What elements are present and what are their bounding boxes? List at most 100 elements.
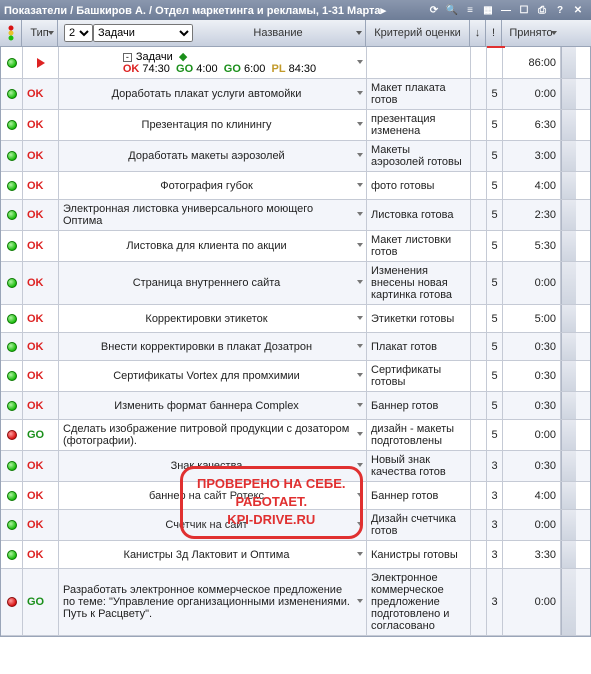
chevron-down-icon[interactable] [357,552,363,556]
minimize-icon[interactable]: — [499,3,513,17]
chevron-down-icon[interactable] [357,280,363,284]
scroll-cell[interactable] [561,392,576,419]
header-sort[interactable]: ↓ [470,20,486,46]
table-row[interactable]: OKДоработать макеты аэрозолейМакеты аэро… [1,141,590,172]
accepted-cell: 0:30 [503,333,561,360]
name-cell[interactable]: Доработать плакат услуги автомойки [59,79,367,109]
print-icon[interactable]: ⎙ [535,3,549,17]
table-row[interactable]: OKКанистры 3д Лактовит и ОптимаКанистры … [1,541,590,569]
table-row[interactable]: OKИзменить формат баннера ComplexБаннер … [1,392,590,420]
scroll-cell[interactable] [561,451,576,481]
close-icon[interactable]: ✕ [571,3,585,17]
chevron-down-icon[interactable] [357,463,363,467]
scroll-cell[interactable] [561,262,576,304]
name-cell[interactable]: Электронная листовка универсального моющ… [59,200,367,230]
table-row[interactable]: OKбаннер на сайт РотексБаннер готов34:00 [1,482,590,510]
help-icon[interactable]: ? [553,3,567,17]
scroll-cell[interactable] [561,200,576,230]
header-criterion[interactable]: Критерий оценки [366,20,470,46]
criterion-cell: Баннер готов [367,482,471,509]
chevron-down-icon[interactable] [357,212,363,216]
scroll-cell[interactable] [561,333,576,360]
scroll-cell[interactable] [561,510,576,540]
chevron-down-icon[interactable] [357,432,363,436]
table-row[interactable]: GOРазработать электронное коммерческое п… [1,569,590,636]
table-row[interactable]: OKЗнак качестваНовый знак качества готов… [1,451,590,482]
search-icon[interactable]: 🔍 [445,3,459,17]
chevron-down-icon[interactable] [357,373,363,377]
table-row[interactable]: OKЭлектронная листовка универсального мо… [1,200,590,231]
name-cell[interactable]: Корректировки этикеток [59,305,367,332]
scroll-cell[interactable] [561,110,576,140]
task-select[interactable]: Задачи [93,24,193,42]
grid-icon[interactable]: ▦ [481,3,495,17]
name-cell[interactable]: Канистры 3д Лактовит и Оптима [59,541,367,568]
chevron-down-icon[interactable] [357,153,363,157]
level-select[interactable]: 2 [64,24,93,42]
scroll-cell[interactable] [561,231,576,261]
chevron-down-icon[interactable] [357,60,363,64]
scroll-cell[interactable] [561,305,576,332]
table-row[interactable]: OKКорректировки этикетокЭтикетки готовы5… [1,305,590,333]
chevron-down-icon[interactable] [357,91,363,95]
name-cell[interactable]: Изменить формат баннера Complex [59,392,367,419]
table-row[interactable]: OKЛистовка для клиента по акцииМакет лис… [1,231,590,262]
chevron-down-icon[interactable] [357,243,363,247]
scroll-cell[interactable] [561,141,576,171]
table-row[interactable]: OKВнести корректировки в плакат Дозатрон… [1,333,590,361]
sort-cell [471,47,487,78]
table-row[interactable]: OKДоработать плакат услуги автомойкиМаке… [1,79,590,110]
scroll-cell[interactable] [561,79,576,109]
name-cell[interactable]: Листовка для клиента по акции [59,231,367,261]
header-accepted[interactable]: Принято [502,20,560,46]
scroll-cell[interactable] [561,361,576,391]
table-row[interactable]: OKСертификаты Vortex для промхимииСертиф… [1,361,590,392]
chevron-down-icon[interactable] [357,122,363,126]
header-type[interactable]: Тип [22,20,58,46]
type-label: OK [27,400,44,412]
chevron-down-icon[interactable] [357,183,363,187]
header-priority[interactable]: ! [486,20,502,46]
name-cell[interactable]: Сделать изображение питровой продукции с… [59,420,367,450]
name-cell[interactable]: Фотография губок [59,172,367,199]
tree-icon[interactable]: ≡ [463,3,477,17]
chevron-down-icon[interactable] [357,522,363,526]
name-cell[interactable]: Разработать электронное коммерческое пре… [59,569,367,635]
criterion-cell: Новый знак качества готов [367,451,471,481]
name-cell[interactable]: Доработать макеты аэрозолей [59,141,367,171]
table-row[interactable]: OKСтраница внутреннего сайтаИзменения вн… [1,262,590,305]
accepted-cell: 0:30 [503,451,561,481]
play-icon [37,58,45,68]
header-name[interactable]: 2 Задачи Название [58,20,366,46]
name-cell[interactable]: Знак качества [59,451,367,481]
scroll-cell[interactable] [561,172,576,199]
table-row[interactable]: OKСчетчик на сайтДизайн счетчика готов30… [1,510,590,541]
type-cell: GO [23,420,59,450]
scroll-cell[interactable] [561,541,576,568]
table-row[interactable]: GOСделать изображение питровой продукции… [1,420,590,451]
scroll-cell[interactable] [561,482,576,509]
window-icon[interactable]: ☐ [517,3,531,17]
name-cell[interactable]: баннер на сайт Ротекс [59,482,367,509]
name-cell[interactable]: Сертификаты Vortex для промхимии [59,361,367,391]
scroll-cell[interactable] [561,47,576,78]
header-status[interactable] [0,20,22,46]
task-name: Изменить формат баннера Complex [114,400,311,412]
scroll-cell[interactable] [561,420,576,450]
name-cell[interactable]: Счетчик на сайт [59,510,367,540]
priority-cell: 5 [487,333,503,360]
table-row[interactable]: OKФотография губокфото готовы54:00 [1,172,590,200]
chevron-down-icon[interactable] [357,316,363,320]
summary-name[interactable]: -Задачи ◆OK 74:30 GO 4:00 GO 6:00 PL 84:… [59,47,367,78]
name-cell[interactable]: Страница внутреннего сайта [59,262,367,304]
chevron-down-icon[interactable] [357,403,363,407]
name-cell[interactable]: Презентация по клинингу [59,110,367,140]
chevron-down-icon[interactable] [357,344,363,348]
table-row[interactable]: OKПрезентация по клинингупрезентация изм… [1,110,590,141]
refresh-icon[interactable]: ⟳ [427,3,441,17]
name-cell[interactable]: Внести корректировки в плакат Дозатрон [59,333,367,360]
chevron-down-icon[interactable] [357,493,363,497]
scroll-cell[interactable] [561,569,576,635]
collapse-icon[interactable]: - [123,53,132,62]
chevron-down-icon[interactable] [357,599,363,603]
